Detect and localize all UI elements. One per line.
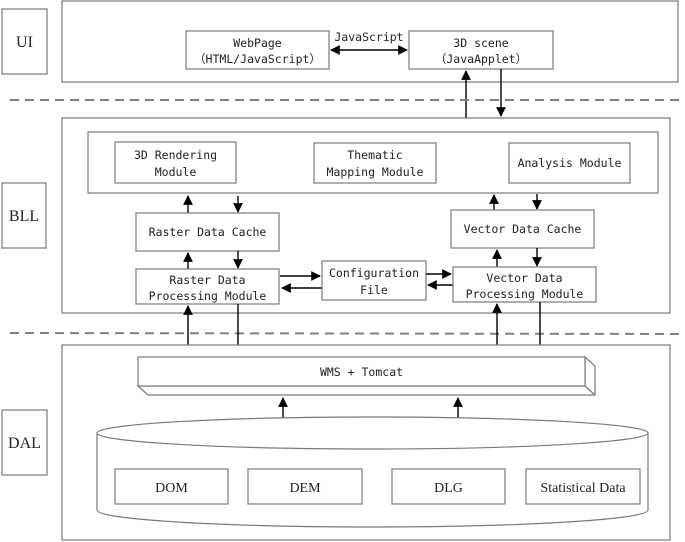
javascript-connector-label: JavaScript	[334, 30, 403, 44]
3d-rendering-module-line1: 3D Rendering	[134, 148, 217, 162]
wms-tomcat-server: WMS + Tomcat	[136, 355, 596, 396]
wms-tomcat-label: WMS + Tomcat	[320, 365, 403, 379]
layer-label-dal: DAL	[1, 409, 48, 476]
analysis-module-label: Analysis Module	[518, 156, 622, 170]
configuration-file-line1: Configuration	[329, 266, 419, 280]
dataset-dlg: DLG	[391, 468, 506, 505]
analysis-module: Analysis Module	[508, 142, 631, 184]
layer-label-ui: UI	[1, 8, 48, 75]
vector-processing-line1: Vector Data	[486, 271, 562, 285]
webpage-subtitle: （HTML/JavaScript）	[194, 52, 321, 66]
configuration-file: Configuration File	[321, 260, 427, 301]
dataset-dem: DEM	[247, 468, 363, 505]
layer-label-dal-text: DAL	[8, 435, 41, 452]
layer-label-bll-text: BLL	[9, 208, 39, 225]
layer-label-bll: BLL	[1, 182, 47, 249]
layer-divider-bll-dal	[9, 332, 685, 335]
dataset-dlg-label: DLG	[434, 481, 463, 496]
3d-scene-title: 3D scene	[453, 36, 508, 50]
dataset-statistical-data-label: Statistical Data	[540, 481, 626, 496]
dataset-dom-label: DOM	[155, 481, 188, 496]
thematic-mapping-module-line2: Mapping Module	[327, 165, 424, 179]
webpage-title: WebPage	[233, 36, 282, 50]
layer-label-ui-text: UI	[16, 34, 33, 51]
dataset-dem-label: DEM	[289, 481, 321, 496]
3d-rendering-module: 3D Rendering Module	[114, 141, 237, 184]
configuration-file-line2: File	[360, 283, 388, 297]
raster-data-cache: Raster Data Cache	[135, 212, 280, 252]
raster-processing-line2: Processing Module	[149, 289, 267, 303]
3d-scene-box: 3D scene （JavaApplet）	[408, 30, 554, 70]
thematic-mapping-module-line1: Thematic	[347, 148, 402, 162]
raster-processing-line1: Raster Data	[169, 273, 245, 287]
webpage-box: WebPage （HTML/JavaScript）	[185, 30, 330, 70]
dataset-dom: DOM	[114, 468, 229, 505]
raster-data-processing-module: Raster Data Processing Module	[135, 268, 280, 305]
thematic-mapping-module: Thematic Mapping Module	[313, 142, 437, 184]
raster-data-cache-label: Raster Data Cache	[149, 225, 267, 239]
3d-scene-subtitle: （JavaApplet）	[435, 52, 527, 66]
vector-data-cache: Vector Data Cache	[450, 209, 595, 249]
3d-rendering-module-line2: Module	[155, 165, 197, 179]
dataset-statistical-data: Statistical Data	[525, 468, 641, 505]
vector-data-cache-label: Vector Data Cache	[464, 222, 582, 236]
vector-data-processing-module: Vector Data Processing Module	[452, 266, 597, 303]
architecture-diagram: UI BLL DAL WebPage （HTML/JavaScript） Jav…	[1, 0, 685, 541]
vector-processing-line2: Processing Module	[466, 287, 584, 301]
